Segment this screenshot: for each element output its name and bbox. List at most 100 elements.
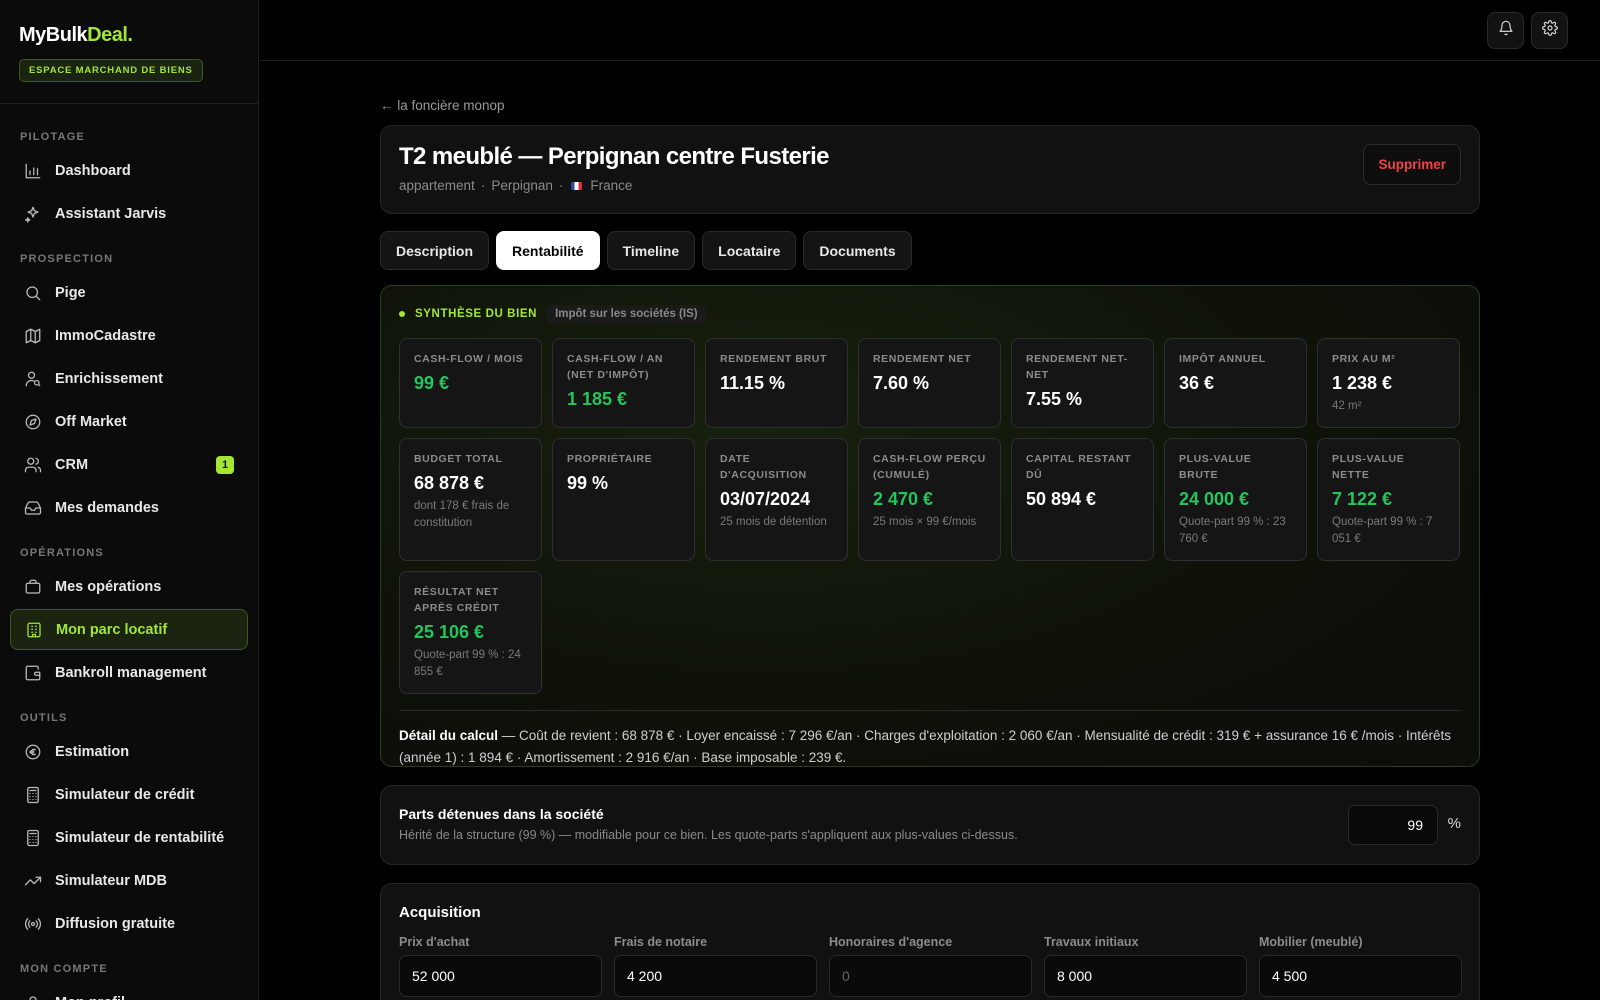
sidebar-section-title: PROSPECTION [20,253,114,265]
chart-bar-icon [24,162,42,180]
sidebar-item-crm[interactable]: CRM 1 [10,444,248,485]
kpi-label: PLUS-VALUE BRUTE [1179,453,1252,481]
kpi-value: 1 238 € [1332,373,1393,393]
calculation-detail: Détail du calcul — Coût de revient : 68 … [399,710,1461,769]
sidebar-item-simulateur-de-rentabilite[interactable]: Simulateur de rentabilité [10,817,248,858]
tab-rentabilite[interactable]: Rentabilité [496,231,600,270]
kpi-card: CASH-FLOW PERÇU (CUMULÉ) 2 470 € 25 mois ×… [858,438,1001,561]
field-input[interactable]: 52 000 [399,955,602,997]
sidebar-item-mon-profil[interactable]: Mon profil [10,982,248,1000]
kpi-label: RÉSULTAT NET APRÈS CRÉDIT [414,586,500,614]
shares-title: Parts détenues dans la société [399,806,604,822]
tax-regime-badge: Impôt sur les sociétés (IS) [547,305,706,323]
kpi-value: 99 % [567,473,609,493]
trending-up-icon [24,872,42,890]
separator: · [558,178,564,193]
kpi-value: 68 878 € [414,473,485,493]
kpi-card: RENDEMENT BRUT 11.15 % [705,338,848,428]
property-city: Perpignan [491,178,553,193]
main-content: ← la foncière monop T2 meublé — Perpigna… [380,61,1480,1000]
kpi-card: CASH-FLOW / AN (NET D'IMPÔT) 1 185 € [552,338,695,428]
kpi-label: DATE D'ACQUISITION [720,453,807,481]
sidebar-item-mon-parc-locatif[interactable]: Mon parc locatif [10,609,248,650]
kpi-label: RENDEMENT NET [873,353,972,365]
sidebar-item-label: Assistant Jarvis [55,205,167,222]
field-label: Honoraires d'agence [829,935,953,949]
kpi-value: 36 € [1179,373,1215,393]
field-input[interactable]: 4 500 [1259,955,1462,997]
sidebar-item-label: Simulateur de rentabilité [55,829,225,846]
sidebar-section-title: PILOTAGE [20,131,86,143]
tab-description[interactable]: Description [380,231,490,270]
sidebar-item-label: Simulateur MDB [55,872,167,889]
back-link[interactable]: ← la foncière monop [380,98,1480,116]
topbar [260,0,1600,61]
sidebar-item-pige[interactable]: Pige [10,272,248,313]
calculator-icon [24,829,42,847]
acquisition-fields: Prix d'achat 52 000 Frais de notaire 4 200 H… [399,935,1462,997]
field-input[interactable]: 4 200 [614,955,817,997]
property-country: France [590,178,633,193]
kpi-value: 7 122 € [1332,489,1393,509]
building-icon [25,621,43,639]
shares-panel: Parts détenues dans la société Hérité de… [380,785,1480,865]
tab-timeline[interactable]: Timeline [606,231,696,270]
kpi-card: DATE D'ACQUISITION 03/07/2024 25 mois de d… [705,438,848,561]
sidebar-section-title: MON COMPTE [20,963,108,975]
sidebar-item-dashboard[interactable]: Dashboard [10,150,248,191]
field-input[interactable]: 8 000 [1044,955,1247,997]
synthesis-header: SYNTHÈSE DU BIEN Impôt sur les sociétés … [399,304,1461,324]
logo[interactable]: MyBulkDeal. [19,24,239,47]
field-input[interactable]: 0 [829,955,1032,997]
sidebar-item-diffusion-gratuite[interactable]: Diffusion gratuite [10,903,248,944]
space-badge: ESPACE MARCHAND DE BIENS [19,59,203,82]
property-header: T2 meublé — Perpignan centre Fusterie ap… [380,125,1480,214]
broadcast-icon [24,915,42,933]
kpi-label: CASH-FLOW / MOIS [414,353,524,365]
notifications-button[interactable] [1487,12,1524,49]
sidebar-item-estimation[interactable]: Estimation [10,731,248,772]
sidebar-item-mes-operations[interactable]: Mes opérations [10,566,248,607]
tab-locataire[interactable]: Locataire [702,231,797,270]
sidebar-item-assistant-jarvis[interactable]: Assistant Jarvis [10,193,248,234]
user-icon [24,994,42,1000]
kpi-note: dont 178 € frais de constitution [414,500,510,529]
kpi-grid: CASH-FLOW / MOIS 99 € CASH-FLOW / AN (NET … [399,338,1461,694]
count-badge: 1 [216,455,234,474]
sidebar-nav: PILOTAGE Dashboard Assistant Jarvis PROSPEC… [0,104,258,1000]
sidebar-item-bankroll-management[interactable]: Bankroll management [10,652,248,693]
kpi-label: RENDEMENT NET-NET [1026,353,1128,381]
acquisition-title: Acquisition [399,904,481,921]
sidebar-item-mes-demandes[interactable]: Mes demandes [10,487,248,528]
sidebar-item-label: Mes demandes [55,499,159,516]
delete-button[interactable]: Supprimer [1363,144,1461,185]
sidebar-item-off-market[interactable]: Off Market [10,401,248,442]
sidebar-item-simulateur-mdb[interactable]: Simulateur MDB [10,860,248,901]
kpi-card: RÉSULTAT NET APRÈS CRÉDIT 25 106 € Quote-p… [399,571,542,694]
kpi-value: 7.60 % [873,373,930,393]
sidebar-item-label: Bankroll management [55,664,207,681]
france-flag-icon [571,181,583,190]
kpi-card: CASH-FLOW / MOIS 99 € [399,338,542,428]
property-subtitle: appartement · Perpignan · France [399,178,1461,193]
tab-documents[interactable]: Documents [803,231,912,270]
kpi-value: 2 470 € [873,489,934,509]
shares-input[interactable]: 99 [1348,805,1438,845]
synthesis-title: SYNTHÈSE DU BIEN [415,308,538,320]
kpi-value: 25 106 € [414,622,485,642]
users-icon [24,456,42,474]
logo-accent-text: Deal. [87,24,133,46]
sidebar-section-title: OPÉRATIONS [20,547,104,559]
sidebar-item-simulateur-de-credit[interactable]: Simulateur de crédit [10,774,248,815]
kpi-value: 50 894 € [1026,489,1097,509]
kpi-note: Quote-part 99 % : 23 760 € [1179,516,1286,545]
acquisition-field-honoraires-d-agence: Honoraires d'agence 0 [829,935,1032,997]
sidebar-item-label: Off Market [55,413,127,430]
kpi-value: 1 185 € [567,389,628,409]
sidebar-item-enrichissement[interactable]: Enrichissement [10,358,248,399]
sidebar-item-label: Mon parc locatif [56,621,168,638]
acquisition-field-travaux-initiaux: Travaux initiaux 8 000 [1044,935,1247,997]
sidebar-item-immocadastre[interactable]: ImmoCadastre [10,315,248,356]
settings-button[interactable] [1531,12,1568,49]
sidebar-item-label: Simulateur de crédit [55,786,195,803]
